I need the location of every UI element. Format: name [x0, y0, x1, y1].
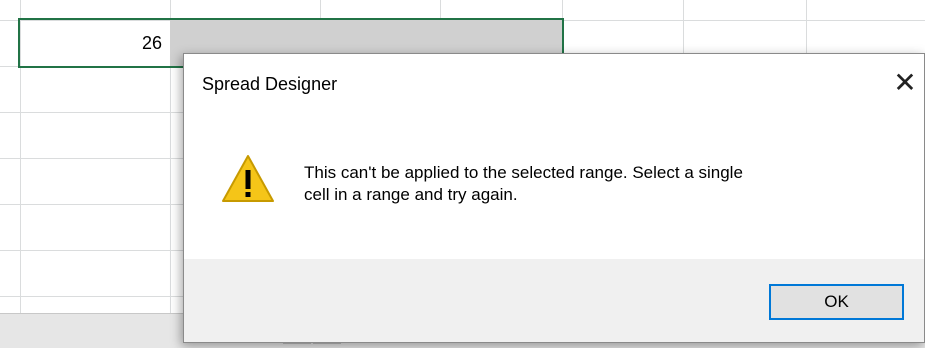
close-button[interactable]: ✕: [890, 68, 920, 98]
dialog-footer: OK: [184, 259, 924, 342]
message-line: cell in a range and try again.: [304, 185, 518, 204]
dialog-title: Spread Designer: [202, 74, 338, 94]
close-icon: ✕: [893, 67, 917, 98]
warning-icon: [222, 155, 274, 202]
ok-button[interactable]: OK: [769, 284, 904, 320]
dialog-message: This can't be applied to the selected ra…: [304, 162, 904, 206]
message-dialog: Spread Designer ✕ This can't be applied …: [183, 53, 925, 343]
message-line: This can't be applied to the selected ra…: [304, 163, 743, 182]
